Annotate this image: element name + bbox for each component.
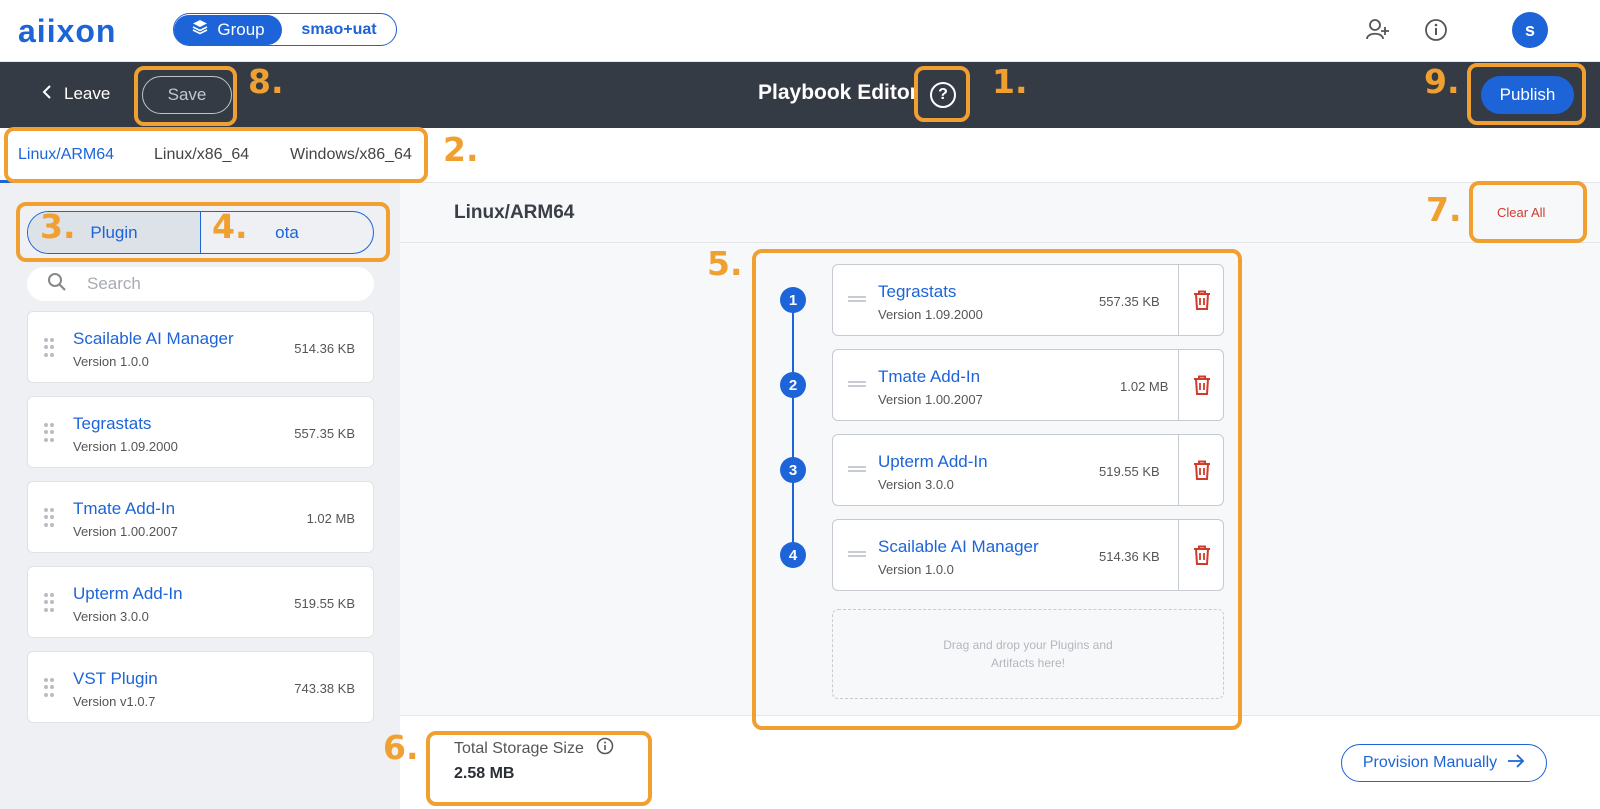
library-item-version: Version 1.09.2000 (73, 439, 178, 454)
callout-help (914, 66, 970, 122)
editor-header: Leave Save Playbook Editor ? Publish (0, 62, 1600, 128)
provision-label: Provision Manually (1362, 754, 1498, 771)
scope-label: Group (217, 19, 265, 39)
user-avatar[interactable]: s (1512, 12, 1548, 48)
playbook-header: Linux/ARM64 Clear All (400, 183, 1600, 243)
callout-save (134, 66, 237, 126)
scope-value[interactable]: smao+uat (282, 21, 396, 39)
drag-handle-icon[interactable] (44, 508, 54, 528)
library-item[interactable]: Upterm Add-In Version 3.0.0 519.55 KB (27, 566, 374, 638)
callout-number: 1. (992, 62, 1028, 101)
callout-number: 4. (212, 207, 248, 246)
platform-title: Linux/ARM64 (454, 202, 575, 223)
library-panel: Plugin ota Scailable AI Manager Version … (0, 183, 400, 809)
scope-group-chip[interactable]: Group (174, 14, 282, 45)
drag-handle-icon[interactable] (44, 338, 54, 358)
chevron-left-icon (42, 84, 52, 104)
callout-tabs (4, 127, 428, 183)
search-input[interactable] (87, 274, 347, 294)
leave-label: Leave (64, 84, 111, 103)
callout-number: 5. (707, 244, 743, 283)
page-title: Playbook Editor (758, 81, 918, 104)
callout-clear-all (1469, 181, 1587, 243)
library-item-name: Tegrastats (73, 414, 152, 433)
library-item-size: 514.36 KB (294, 341, 355, 356)
drag-handle-icon[interactable] (44, 678, 54, 698)
library-item-version: Version 1.00.2007 (73, 524, 178, 539)
callout-number: 2. (443, 130, 479, 169)
library-item-name: Scailable AI Manager (73, 329, 234, 348)
drag-handle-icon[interactable] (44, 423, 54, 443)
info-icon[interactable] (1422, 16, 1450, 44)
library-item-version: Version v1.0.7 (73, 694, 156, 709)
top-bar: aiixon Group smao+uat s (0, 0, 1600, 62)
context-switcher[interactable]: Group smao+uat (173, 13, 397, 46)
search-box (27, 267, 374, 301)
callout-storage (426, 731, 652, 806)
callout-number: 7. (1426, 190, 1462, 229)
library-item-size: 743.38 KB (294, 681, 355, 696)
callout-publish (1467, 63, 1586, 125)
search-icon (47, 272, 67, 297)
library-item[interactable]: Scailable AI Manager Version 1.0.0 514.3… (27, 311, 374, 383)
library-item-version: Version 3.0.0 (73, 609, 149, 624)
library-item-size: 1.02 MB (306, 511, 355, 526)
library-item-name: Upterm Add-In (73, 584, 183, 603)
library-item-name: VST Plugin (73, 669, 158, 688)
library-item-name: Tmate Add-In (73, 499, 176, 518)
layers-icon (191, 18, 209, 41)
drag-handle-icon[interactable] (44, 593, 54, 613)
library-item[interactable]: Tegrastats Version 1.09.2000 557.35 KB (27, 396, 374, 468)
arrow-right-icon (1507, 753, 1525, 773)
library-item[interactable]: Tmate Add-In Version 1.00.2007 1.02 MB (27, 481, 374, 553)
library-item-size: 519.55 KB (294, 596, 355, 611)
callout-playbook-steps (752, 249, 1242, 730)
library-item-version: Version 1.0.0 (73, 354, 149, 369)
provision-manually-button[interactable]: Provision Manually (1341, 744, 1547, 782)
plugin-library-list: Scailable AI Manager Version 1.0.0 514.3… (27, 311, 374, 736)
library-item-size: 557.35 KB (294, 426, 355, 441)
callout-number: 8. (248, 62, 284, 101)
callout-number: 3. (40, 207, 76, 246)
app-logo[interactable]: aiixon (18, 13, 116, 50)
callout-number: 9. (1424, 62, 1460, 101)
callout-number: 6. (383, 728, 419, 767)
add-user-icon[interactable] (1364, 16, 1392, 44)
library-item[interactable]: VST Plugin Version v1.0.7 743.38 KB (27, 651, 374, 723)
leave-button[interactable]: Leave (42, 84, 110, 104)
